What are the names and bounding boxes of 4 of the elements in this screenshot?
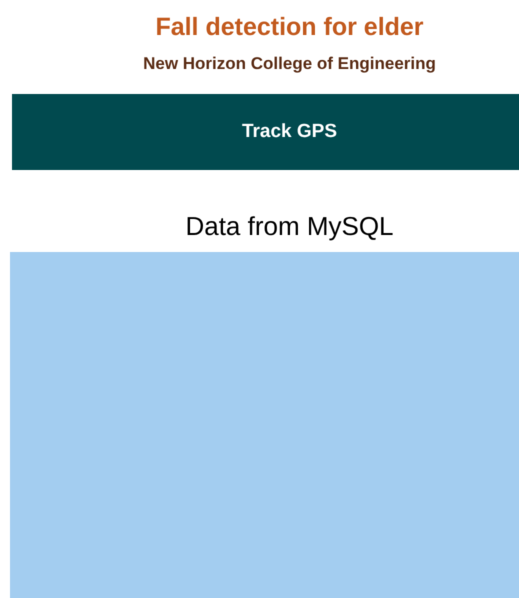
college-name: New Horizon College of Engineering <box>143 54 436 74</box>
data-heading: Data from MySQL <box>185 210 394 242</box>
track-gps-button[interactable]: Track GPS <box>12 94 519 170</box>
app-title: Fall detection for elder <box>155 12 424 42</box>
